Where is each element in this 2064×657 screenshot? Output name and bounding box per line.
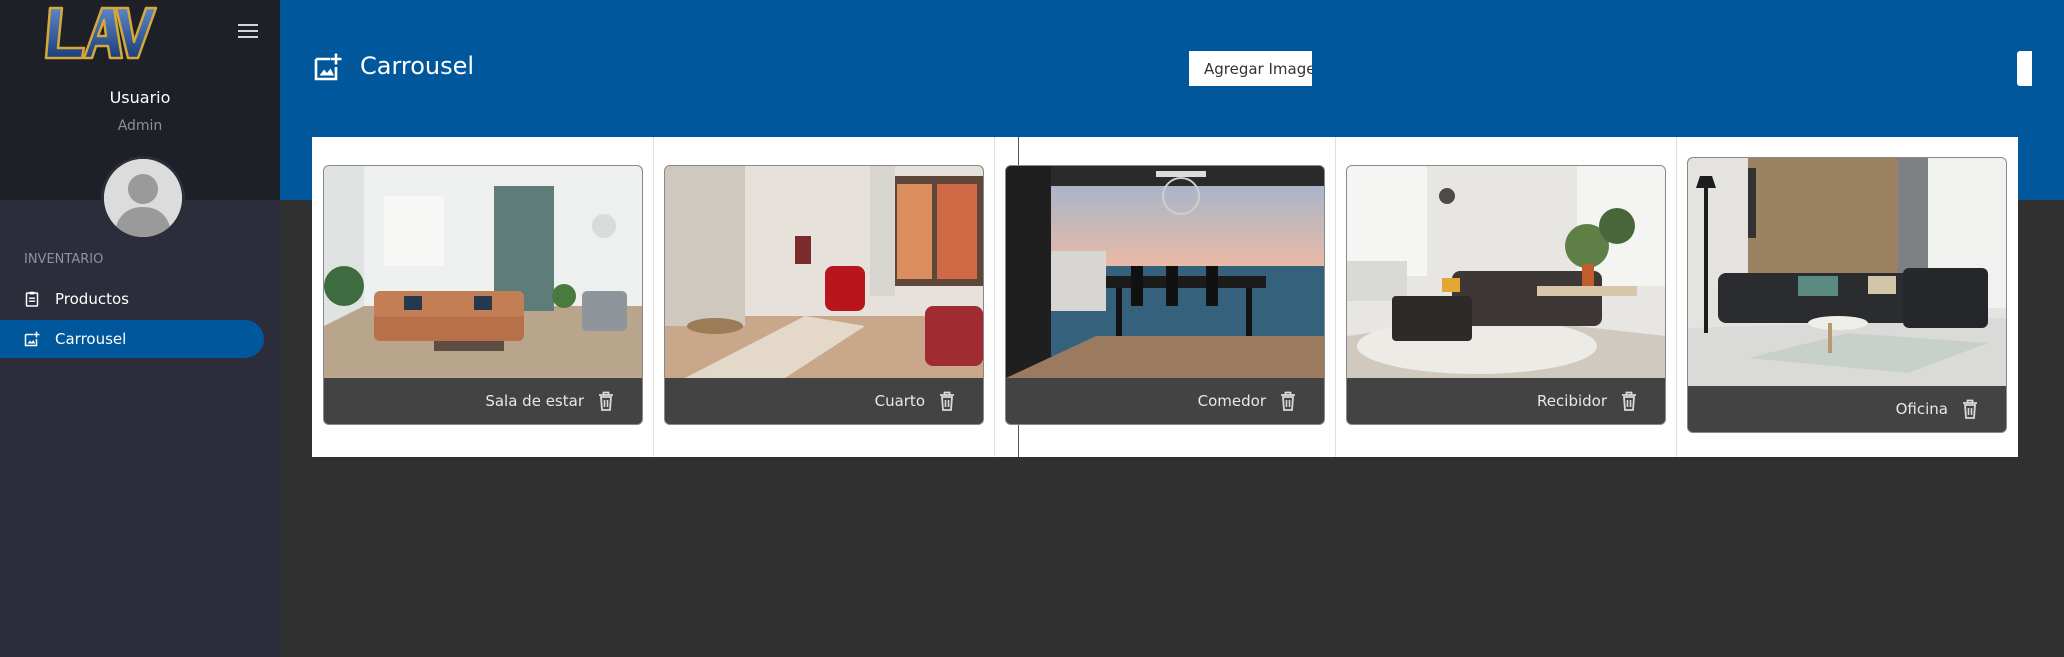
slide-divider <box>994 137 995 457</box>
dining-room-photo <box>1006 166 1324 378</box>
carousel-card[interactable]: Sala de estar <box>323 165 643 425</box>
sidebar-item-productos[interactable]: Productos <box>0 280 264 318</box>
card-caption: Comedor <box>1197 392 1266 410</box>
card-caption-bar: Cuarto <box>665 378 983 424</box>
section-label-inventario: INVENTARIO <box>24 252 104 267</box>
delete-icon[interactable] <box>1621 391 1637 411</box>
clipboard-icon <box>24 291 40 307</box>
sidebar: Usuario Admin INVENTARIO Productos Carro… <box>0 0 280 657</box>
avatar <box>101 156 185 240</box>
delete-icon[interactable] <box>939 391 955 411</box>
bedroom-photo <box>665 166 983 378</box>
living-room-photo <box>324 166 642 378</box>
sidebar-item-carrousel[interactable]: Carrousel <box>0 320 264 358</box>
slide-divider <box>1335 137 1336 457</box>
card-caption-bar: Oficina <box>1688 386 2006 432</box>
sidebar-item-label: Carrousel <box>55 330 127 348</box>
slide-divider <box>1676 137 1677 457</box>
carousel-card[interactable]: Oficina <box>1687 157 2007 433</box>
user-role: Admin <box>117 118 163 134</box>
page-title: Carrousel <box>360 52 475 80</box>
card-caption: Cuarto <box>874 392 925 410</box>
card-caption-bar: Comedor <box>1006 378 1324 424</box>
slide-divider <box>653 137 654 457</box>
office-photo <box>1688 158 2006 386</box>
delete-icon[interactable] <box>598 391 614 411</box>
carousel-card[interactable]: Cuarto <box>664 165 984 425</box>
carousel-card[interactable]: Recibidor <box>1346 165 1666 425</box>
card-caption-bar: Sala de estar <box>324 378 642 424</box>
add-photo-icon <box>24 331 40 347</box>
menu-toggle-icon[interactable] <box>238 24 258 40</box>
carousel-card[interactable]: Comedor <box>1005 165 1325 425</box>
lounge-photo <box>1347 166 1665 378</box>
card-caption: Recibidor <box>1537 392 1607 410</box>
panel-edge-button[interactable] <box>2017 51 2032 86</box>
lav-logo <box>44 6 158 60</box>
delete-icon[interactable] <box>1280 391 1296 411</box>
add-image-button[interactable]: Agregar Imagen <box>1189 51 1312 86</box>
card-caption: Sala de estar <box>485 392 584 410</box>
add-photo-icon <box>313 52 343 82</box>
user-silhouette-icon <box>104 159 182 237</box>
card-caption: Oficina <box>1895 400 1948 418</box>
sidebar-item-label: Productos <box>55 290 129 308</box>
user-name: Usuario <box>109 88 171 107</box>
carousel-panel: Sala de estar Cuarto Comedor Recibidor O… <box>312 137 2018 457</box>
card-caption-bar: Recibidor <box>1347 378 1665 424</box>
delete-icon[interactable] <box>1962 399 1978 419</box>
